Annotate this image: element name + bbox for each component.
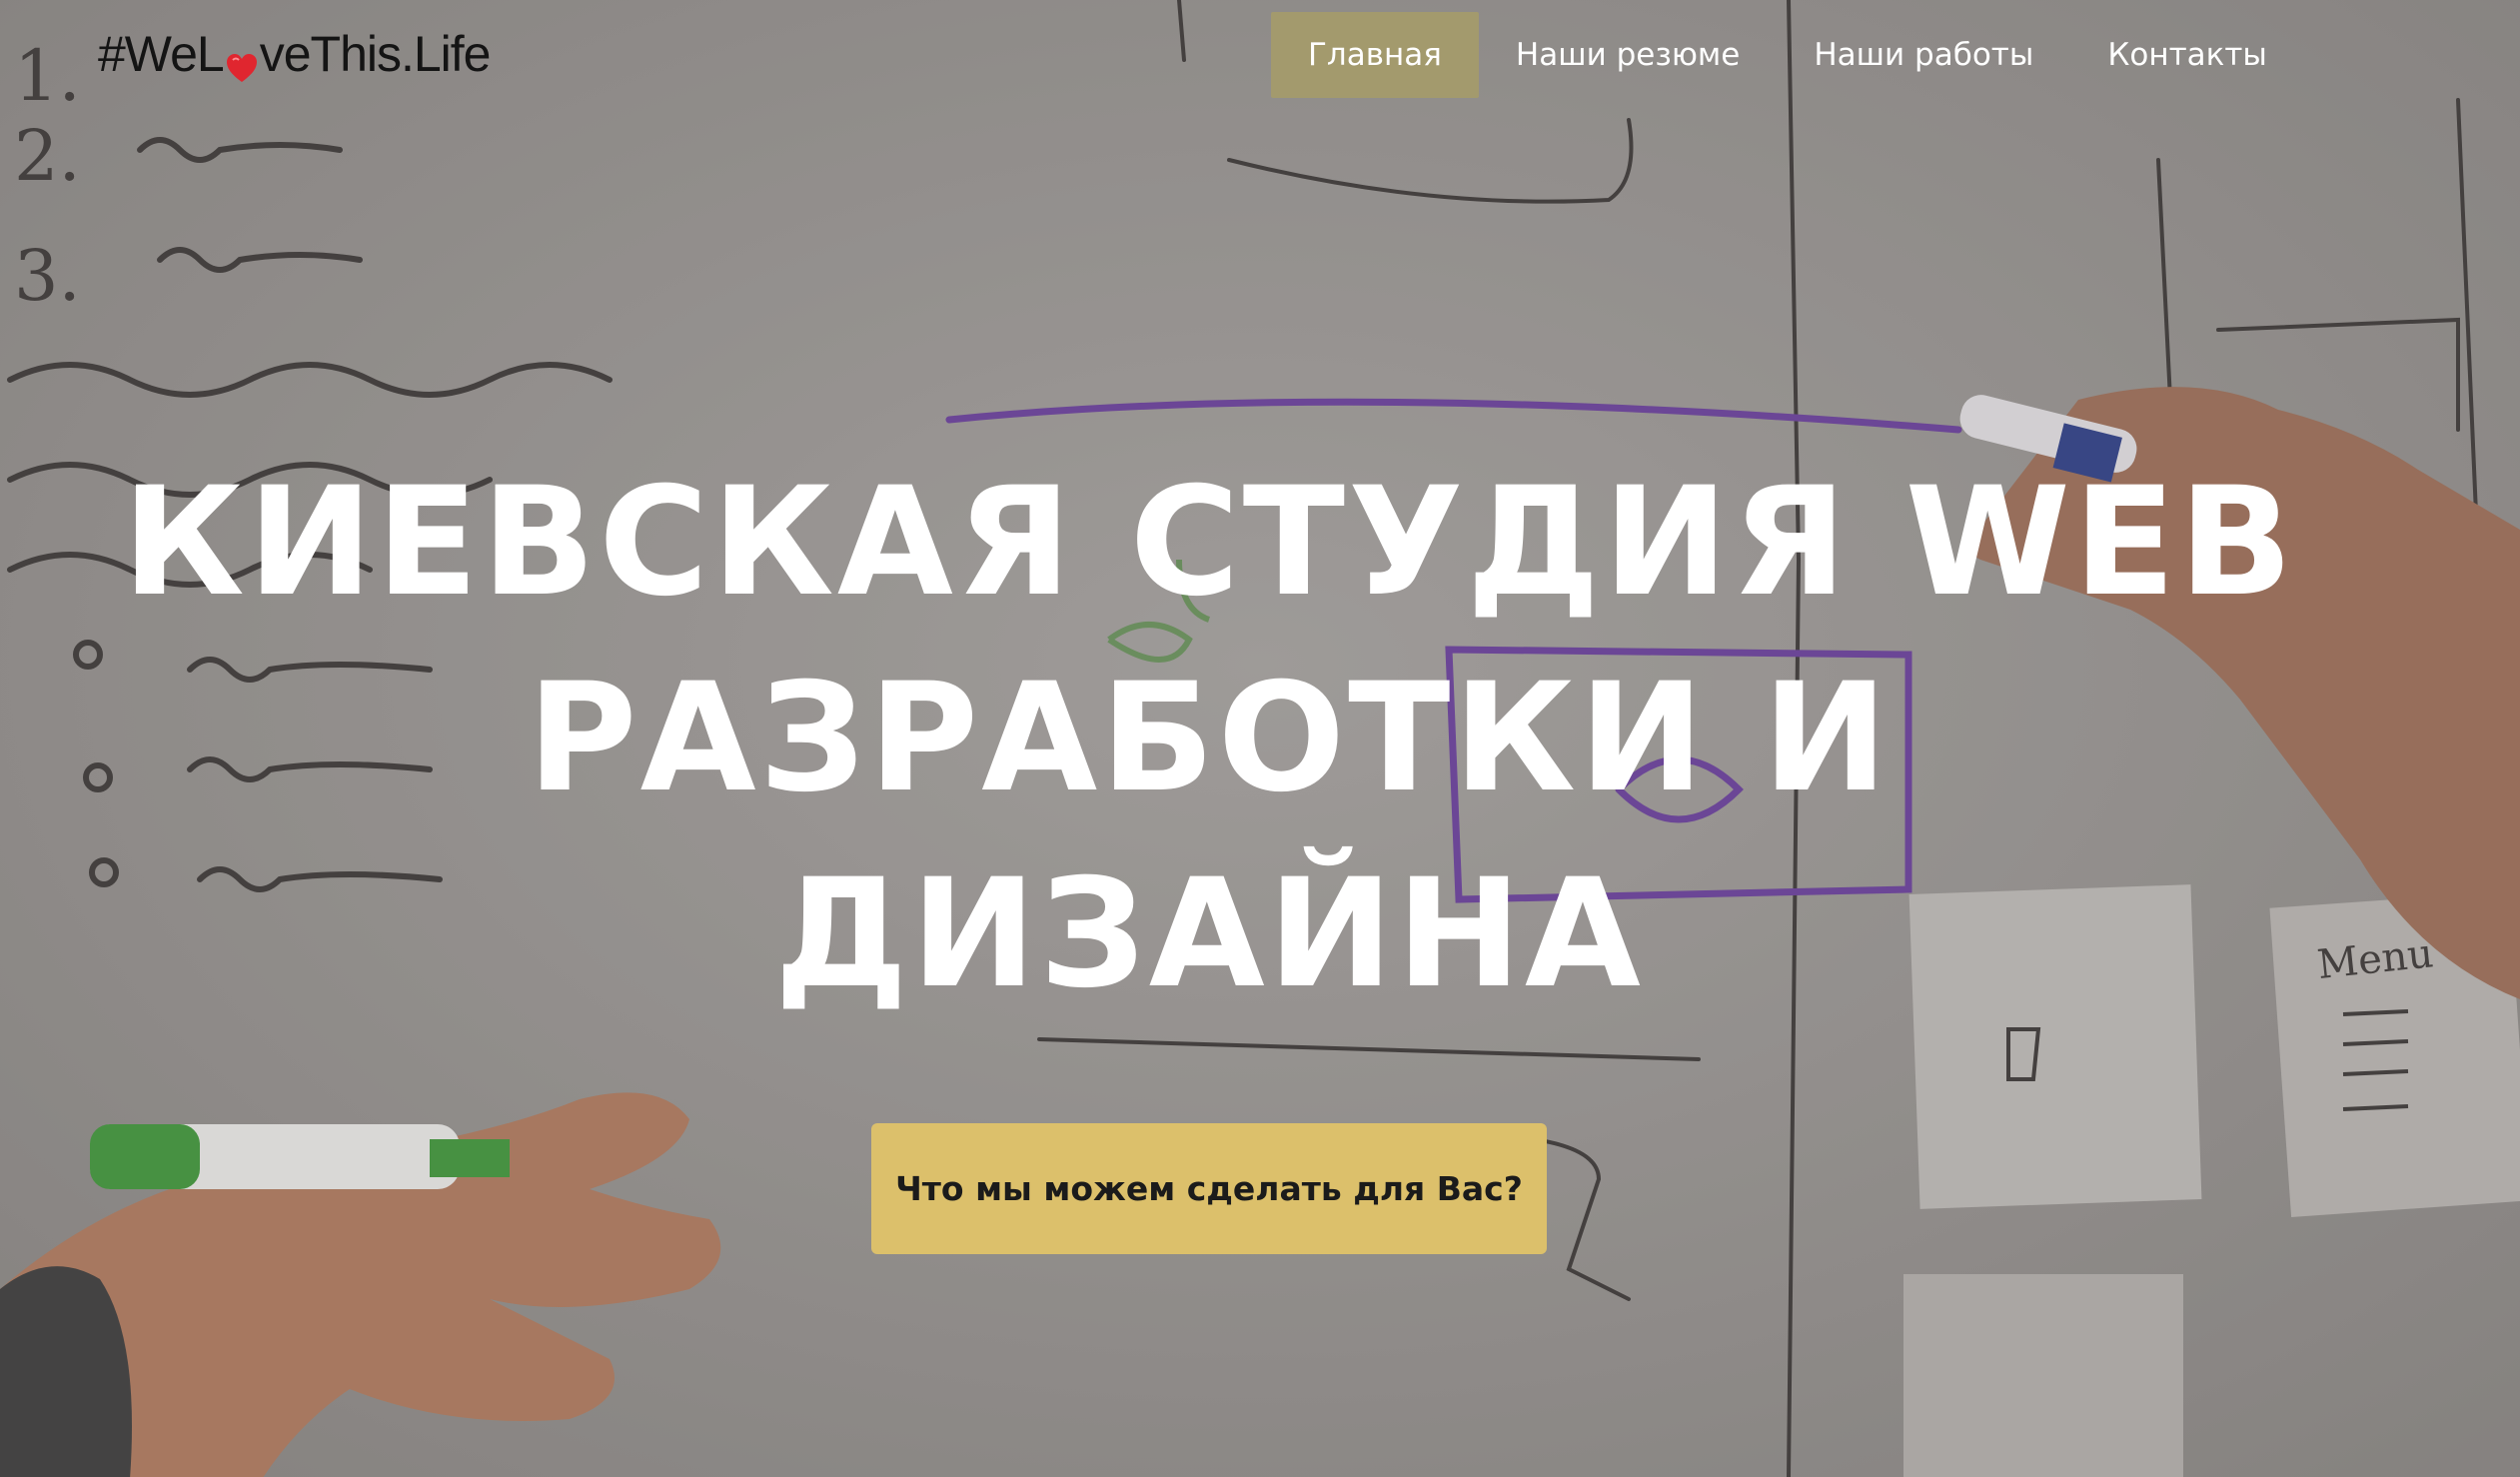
headline-line-3: ДИЗАЙНА bbox=[774, 847, 1644, 1021]
logo-text-suffix: veThis.Life bbox=[259, 26, 492, 82]
hero-headline: КИЕВСКАЯ СТУДИЯ WEB РАЗРАБОТКИ И ДИЗАЙНА bbox=[60, 445, 2358, 1032]
headline-line-1: КИЕВСКАЯ СТУДИЯ WEB bbox=[122, 456, 2296, 630]
nav-item-home[interactable]: Главная bbox=[1271, 12, 1479, 98]
headline-line-2: РАЗРАБОТКИ И bbox=[527, 652, 1891, 825]
hero-section: 1. 2. 3. Menu #WeL veThis.Life Главная Н… bbox=[0, 0, 2520, 1477]
nav-item-works[interactable]: Наши работы bbox=[1777, 12, 2070, 98]
logo-text-prefix: #WeL bbox=[98, 26, 225, 82]
site-logo[interactable]: #WeL veThis.Life bbox=[98, 22, 491, 86]
cta-button[interactable]: Что мы можем сделать для Вас? bbox=[871, 1123, 1547, 1254]
nav-item-resumes[interactable]: Наши резюме bbox=[1479, 12, 1777, 98]
navbar: #WeL veThis.Life Главная Наши резюме Наш… bbox=[0, 0, 2520, 110]
heart-icon bbox=[225, 40, 259, 82]
nav-item-contacts[interactable]: Контакты bbox=[2070, 12, 2304, 98]
main-nav: Главная Наши резюме Наши работы Контакты bbox=[1271, 12, 2304, 98]
